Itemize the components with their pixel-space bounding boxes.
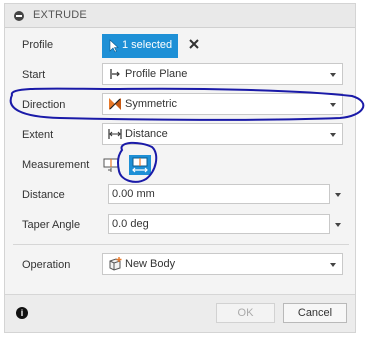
chevron-down-icon[interactable] — [335, 223, 341, 227]
cancel-button[interactable]: Cancel — [283, 303, 347, 323]
operation-value: New Body — [125, 258, 176, 270]
new-body-icon — [109, 257, 122, 271]
dialog-footer: i OK Cancel — [5, 294, 355, 332]
distance-label: Distance — [22, 189, 65, 201]
info-icon[interactable]: i — [16, 307, 28, 319]
profile-select-button[interactable]: 1 selected — [102, 34, 178, 58]
measurement-whole-icon — [132, 157, 148, 173]
section-divider — [13, 244, 349, 245]
distance-input[interactable]: 0.00 mm — [108, 184, 330, 204]
profile-selection-count: 1 selected — [122, 39, 173, 51]
cursor-arrow-icon — [109, 39, 119, 53]
start-dropdown[interactable]: Profile Plane — [102, 63, 343, 85]
chevron-down-icon — [330, 103, 336, 107]
chevron-down-icon — [330, 133, 336, 137]
extent-label: Extent — [22, 129, 54, 141]
start-label: Start — [22, 69, 46, 81]
profile-label: Profile — [22, 39, 54, 51]
taper-angle-label: Taper Angle — [22, 219, 81, 231]
extrude-dialog: EXTRUDE Profile 1 selected Start Profile… — [4, 3, 356, 333]
measurement-half-icon[interactable] — [102, 156, 120, 174]
chevron-down-icon — [330, 73, 336, 77]
dialog-title: EXTRUDE — [33, 9, 87, 21]
extent-dropdown[interactable]: Distance — [102, 123, 343, 145]
direction-value: Symmetric — [125, 98, 177, 110]
operation-label: Operation — [22, 259, 71, 271]
measurement-whole-button[interactable] — [129, 155, 151, 175]
taper-angle-input[interactable]: 0.0 deg — [108, 214, 330, 234]
ok-button[interactable]: OK — [216, 303, 275, 323]
direction-label: Direction — [22, 99, 66, 111]
taper-angle-value: 0.0 deg — [112, 218, 149, 230]
minimize-icon[interactable] — [14, 11, 24, 21]
close-icon[interactable] — [188, 38, 200, 50]
profile-plane-icon — [110, 69, 120, 79]
symmetric-icon — [109, 98, 121, 110]
chevron-down-icon — [330, 263, 336, 267]
distance-icon — [108, 129, 122, 139]
distance-value: 0.00 mm — [112, 188, 155, 200]
operation-dropdown[interactable]: New Body — [102, 253, 343, 275]
chevron-down-icon[interactable] — [335, 193, 341, 197]
direction-dropdown[interactable]: Symmetric — [102, 93, 343, 115]
extent-value: Distance — [125, 128, 168, 140]
start-value: Profile Plane — [125, 68, 188, 80]
dialog-header[interactable]: EXTRUDE — [5, 4, 355, 28]
measurement-label: Measurement — [22, 159, 90, 171]
